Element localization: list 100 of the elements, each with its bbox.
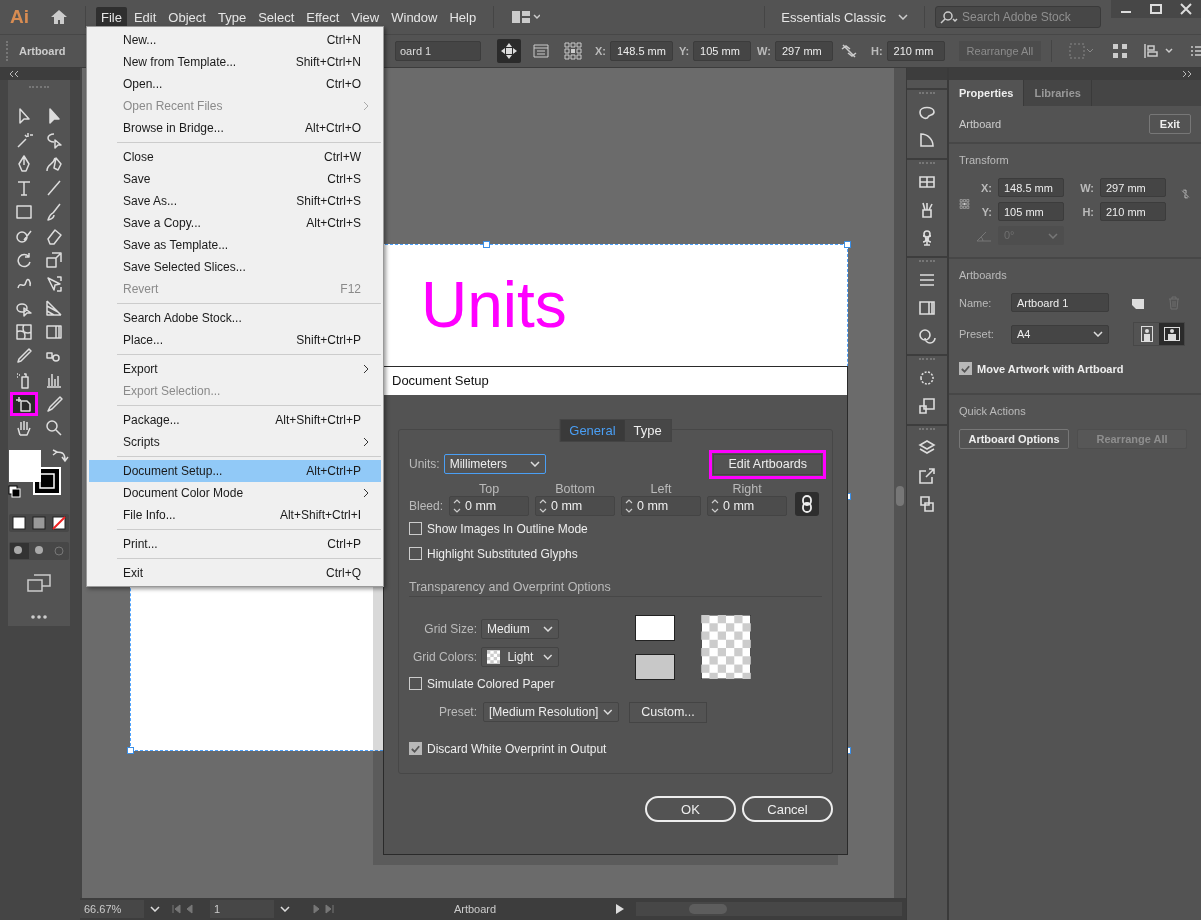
bleed-field[interactable]: 0 mm <box>621 496 702 516</box>
menu-item[interactable]: Effect <box>301 6 345 28</box>
grid-colors-dropdown[interactable]: Light <box>481 647 559 667</box>
menu-entry[interactable]: Save as Template... <box>89 234 381 256</box>
bleed-heading: Left <box>650 482 672 496</box>
draw-mode-icons[interactable] <box>9 542 69 560</box>
checkbox[interactable] <box>409 547 422 560</box>
vertical-scrollbar[interactable] <box>894 68 906 898</box>
checkbox-label[interactable]: Move Artwork with Artboard <box>977 362 1124 375</box>
menu-entry[interactable]: Open... Ctrl+O <box>89 73 381 95</box>
menu-entry[interactable]: Document Setup... Alt+Ctrl+P <box>89 460 381 482</box>
selection-handle[interactable] <box>127 747 134 754</box>
dimension-field[interactable]: 297 mm <box>774 41 833 61</box>
dialog-tab[interactable]: Type <box>624 420 671 441</box>
more-tools-icon[interactable] <box>29 614 49 620</box>
ok-button[interactable]: OK <box>645 796 736 822</box>
menu-item[interactable]: Window <box>386 6 443 28</box>
checkbox[interactable] <box>409 522 422 535</box>
collapse-icon[interactable] <box>8 70 20 78</box>
menu-item[interactable]: Help <box>444 6 482 28</box>
search-field[interactable]: Search Adobe Stock <box>935 6 1101 28</box>
menu-item[interactable]: View <box>346 6 385 28</box>
menu-entry[interactable]: Save Selected Slices... <box>89 256 381 278</box>
chain-link-icon[interactable] <box>795 492 820 516</box>
checkbox[interactable] <box>959 362 972 375</box>
workspace-switcher[interactable]: Essentials Classic <box>775 5 914 29</box>
bleed-field[interactable]: 0 mm <box>707 496 788 516</box>
menu-entry[interactable]: Search Adobe Stock... <box>89 307 381 329</box>
reference-point-icon[interactable] <box>563 41 583 61</box>
menu-entry[interactable]: Browse in Bridge... Alt+Ctrl+O <box>89 117 381 139</box>
checkbox-label[interactable]: Discard White Overprint in Output <box>427 741 607 756</box>
checkbox[interactable] <box>409 742 422 755</box>
selection-handle[interactable] <box>483 241 490 248</box>
gradient-swatch-icon[interactable] <box>917 298 937 318</box>
menu-entry[interactable]: Export <box>89 358 381 380</box>
dimension-field[interactable]: 297 mm <box>1100 178 1166 197</box>
menu-item[interactable]: Type <box>212 6 252 28</box>
cancel-button[interactable]: Cancel <box>742 796 833 822</box>
checkbox[interactable] <box>409 677 422 690</box>
expand-icon[interactable] <box>1181 70 1193 78</box>
export-icon[interactable] <box>917 466 937 486</box>
bleed-field[interactable]: 0 mm <box>535 496 616 516</box>
units-dropdown[interactable]: Millimeters <box>443 454 546 474</box>
panel-tab[interactable]: Properties <box>949 80 1025 106</box>
quick-action-button[interactable]: Artboard Options <box>959 429 1069 449</box>
menu-entry[interactable]: Save Ctrl+S <box>89 168 381 190</box>
circles-icon[interactable] <box>917 326 937 346</box>
dialog-title: Document Setup <box>384 367 847 395</box>
grip-handle[interactable] <box>6 41 11 61</box>
squares-icon[interactable] <box>917 494 937 514</box>
landscape-button[interactable] <box>1159 323 1184 345</box>
menu-entry[interactable]: New... Ctrl+N <box>89 29 381 51</box>
units-label: Units: <box>409 457 440 471</box>
field-label: W: <box>757 45 771 57</box>
menu-entry[interactable]: Exit Ctrl+Q <box>89 562 381 584</box>
horizontal-scrollbar[interactable] <box>636 902 902 916</box>
menu-entry[interactable]: Place... Shift+Ctrl+P <box>89 329 381 351</box>
menu-entry[interactable]: Print... Ctrl+P <box>89 533 381 555</box>
dimension-field[interactable]: 210 mm <box>886 41 945 61</box>
artboard-name-field[interactable]: oard 1 <box>395 41 481 61</box>
artboard-name-field[interactable]: Artboard 1 <box>1011 293 1109 312</box>
selection-handle[interactable] <box>844 241 851 248</box>
menu-entry[interactable]: Scripts <box>89 431 381 453</box>
fill-mode-icons[interactable] <box>9 514 69 532</box>
home-icon[interactable] <box>49 7 69 27</box>
custom-button[interactable]: Custom... <box>629 701 707 723</box>
menu-entry[interactable]: Close Ctrl+W <box>89 146 381 168</box>
preset-dropdown[interactable]: A4 <box>1011 324 1109 344</box>
menu-entry[interactable]: New from Template... Shift+Ctrl+N <box>89 51 381 73</box>
menu-item[interactable]: Edit <box>128 6 162 28</box>
menu-item[interactable]: Object <box>163 6 211 28</box>
dimension-field[interactable]: 210 mm <box>1100 202 1166 221</box>
checkbox-label[interactable]: Simulate Colored Paper <box>427 676 555 691</box>
exit-button[interactable]: Exit <box>1148 114 1191 134</box>
dimension-field[interactable]: 105 mm <box>998 202 1064 221</box>
menu-entry[interactable]: Document Color Mode <box>89 482 381 504</box>
screen-mode-icon[interactable] <box>27 574 51 592</box>
dialog-tab[interactable]: General <box>560 420 625 441</box>
color-swatch[interactable] <box>635 654 675 680</box>
grid-size-dropdown[interactable]: Medium <box>481 619 559 639</box>
preset-dropdown[interactable]: [Medium Resolution] <box>483 702 619 722</box>
menu-item[interactable]: Select <box>253 6 300 28</box>
play-icon[interactable] <box>616 904 624 914</box>
menu-entry[interactable]: Package... Alt+Shift+Ctrl+P <box>89 409 381 431</box>
color-swatch[interactable] <box>635 615 675 641</box>
dimension-field[interactable]: 148.5 mm <box>610 41 673 61</box>
menu-item[interactable]: File <box>96 6 127 28</box>
zoom-field[interactable]: 66.67% <box>80 900 144 918</box>
bleed-field[interactable]: 0 mm <box>449 496 530 516</box>
artboard-number-field[interactable]: 1 <box>210 900 274 918</box>
menu-entry[interactable]: Save As... Shift+Ctrl+S <box>89 190 381 212</box>
overlap-squares-icon[interactable] <box>917 396 937 416</box>
menu-entry[interactable]: File Info... Alt+Shift+Ctrl+I <box>89 504 381 526</box>
checkbox-label[interactable]: Highlight Substituted Glyphs <box>427 546 578 561</box>
move-icon[interactable] <box>497 39 521 63</box>
dimension-field[interactable]: 105 mm <box>693 41 752 61</box>
artboard-tool-icon[interactable] <box>10 392 38 416</box>
menu-entry[interactable]: Save a Copy... Alt+Ctrl+S <box>89 212 381 234</box>
checkbox-label[interactable]: Show Images In Outline Mode <box>427 521 588 536</box>
dimension-field[interactable]: 148.5 mm <box>998 178 1064 197</box>
